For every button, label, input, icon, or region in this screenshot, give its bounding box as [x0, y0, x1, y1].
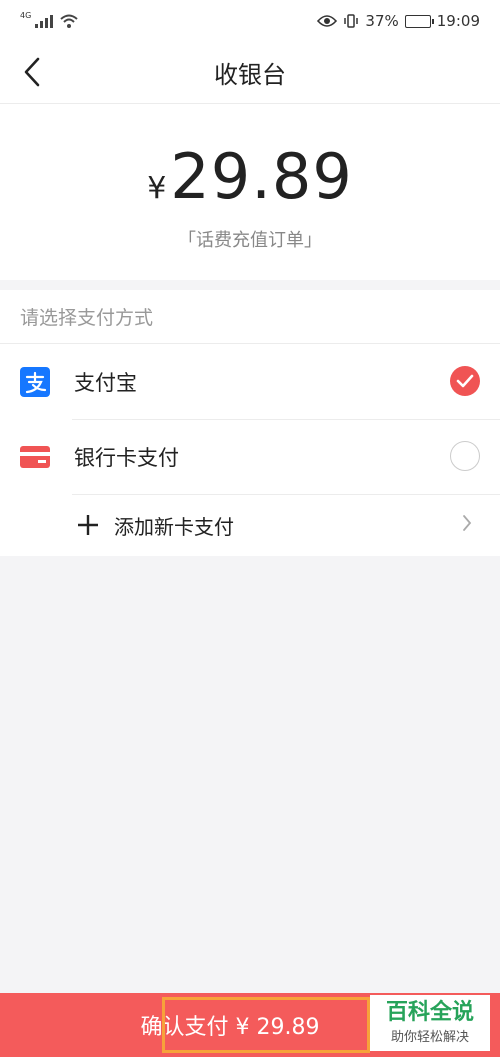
status-time: 19:09	[436, 12, 480, 30]
network-type: 4G	[20, 10, 32, 20]
watermark-subtitle: 助你轻松解决	[390, 1029, 469, 1045]
battery-icon	[404, 14, 434, 28]
amount-row: ¥ 29.89	[147, 146, 353, 208]
alipay-icon	[20, 366, 50, 397]
eye-icon	[317, 15, 338, 27]
status-left: 4G	[20, 10, 79, 29]
footer-bar: 确认支付 ¥ 29.89 百科全说 助你轻松解决	[0, 993, 500, 1057]
signal-icon	[35, 14, 54, 28]
amount-panel: ¥ 29.89 「话费充值订单」	[0, 104, 500, 280]
payment-method-alipay[interactable]: 支付宝	[0, 344, 500, 419]
battery-percent: 37%	[365, 12, 399, 30]
wifi-icon	[60, 14, 78, 28]
check-icon	[456, 374, 474, 388]
add-card-label: 添加新卡支付	[114, 514, 234, 539]
vibrate-icon	[344, 14, 359, 28]
radio-unchecked[interactable]	[450, 441, 480, 471]
watermark-title: 百科全说	[385, 1000, 474, 1026]
bank-card-icon	[20, 442, 50, 472]
status-right: 37% 19:09	[317, 12, 480, 30]
page-title: 收银台	[214, 61, 286, 89]
plus-icon	[76, 513, 100, 537]
payment-method-bank-card[interactable]: 银行卡支付	[0, 419, 500, 494]
order-description: 「话费充值订单」	[178, 230, 322, 251]
chevron-left-icon	[24, 57, 40, 87]
payment-section-label: 请选择支付方式	[0, 290, 500, 344]
payment-amount: 29.89	[170, 140, 353, 213]
add-card-row[interactable]: 添加新卡支付	[0, 494, 500, 556]
back-button[interactable]	[14, 54, 50, 90]
payment-method-label: 支付宝	[74, 370, 137, 395]
currency-symbol: ¥	[147, 171, 167, 206]
radio-checked[interactable]	[450, 366, 480, 396]
payment-method-label: 银行卡支付	[74, 445, 179, 470]
nav-bar: 收银台	[0, 42, 500, 104]
status-bar: 4G 37% 19:09	[0, 0, 500, 42]
watermark-logo: 百科全说 助你轻松解决	[370, 995, 490, 1051]
chevron-right-icon	[463, 515, 472, 531]
payment-method-list: 支付宝 银行卡支付 添加新卡支付	[0, 344, 500, 556]
